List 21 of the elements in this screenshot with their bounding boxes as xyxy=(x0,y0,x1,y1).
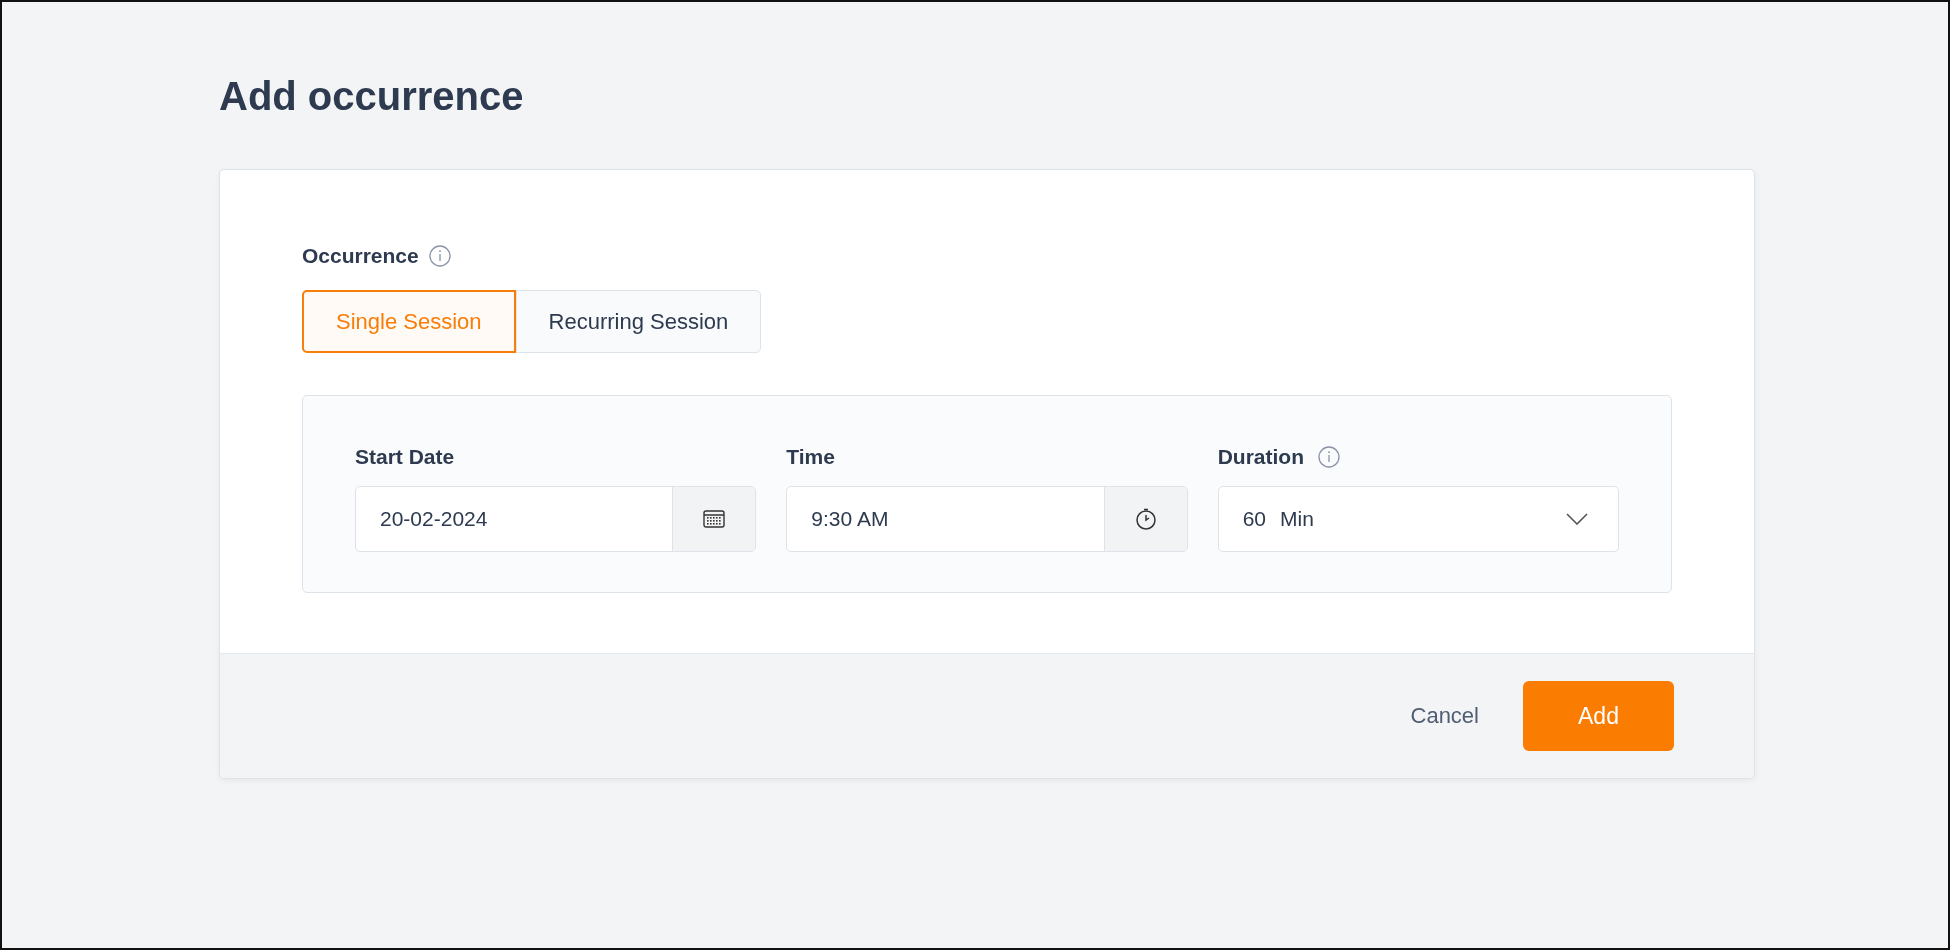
session-tab[interactable]: Recurring Session xyxy=(515,290,762,353)
duration-dropdown[interactable]: 60 Min xyxy=(1217,486,1619,552)
page-title: Add occurrence xyxy=(219,74,524,119)
field-label: Time xyxy=(786,445,835,469)
clock-button[interactable] xyxy=(1103,487,1187,551)
cancel-button[interactable]: Cancel xyxy=(1410,697,1479,735)
calendar-button[interactable] xyxy=(672,487,756,551)
calendar-icon xyxy=(703,509,726,529)
field-value: 9:30 AM xyxy=(811,507,889,531)
clock-icon xyxy=(1134,508,1157,530)
info-icon[interactable] xyxy=(428,245,451,267)
time-input[interactable]: 9:30 AM xyxy=(786,486,1188,552)
field-label: Start Date xyxy=(355,445,455,469)
field-label: Occurrence xyxy=(302,244,419,268)
info-icon[interactable] xyxy=(1318,446,1340,468)
field-label: Duration xyxy=(1217,445,1304,469)
field-value: 20-02-2024 xyxy=(380,507,488,531)
date-input[interactable]: 20-02-2024 xyxy=(355,486,757,552)
chevron-down-icon xyxy=(1566,513,1588,525)
field-value: 60 xyxy=(1242,507,1266,531)
unit-text: Min xyxy=(1280,507,1314,531)
